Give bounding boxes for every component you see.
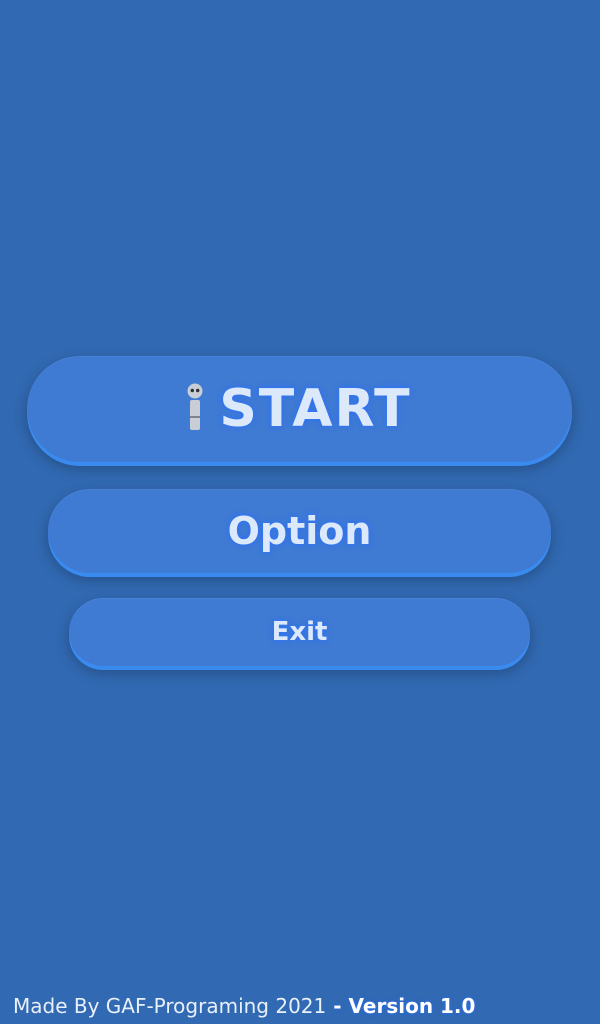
exit-label: Exit: [271, 617, 328, 647]
option-label: Option: [227, 509, 372, 553]
footer: Made By GAF-Programing 2021 - Version 1.…: [13, 994, 475, 1018]
version-text: Version 1.0: [348, 994, 476, 1018]
credit-text: Made By GAF-Programing 2021: [13, 994, 327, 1018]
start-button[interactable]: START: [27, 356, 572, 462]
exit-button[interactable]: Exit: [69, 598, 530, 666]
start-label: START: [219, 379, 412, 439]
robot-icon: [187, 383, 203, 430]
footer-separator: -: [326, 994, 349, 1018]
option-button[interactable]: Option: [48, 489, 551, 573]
